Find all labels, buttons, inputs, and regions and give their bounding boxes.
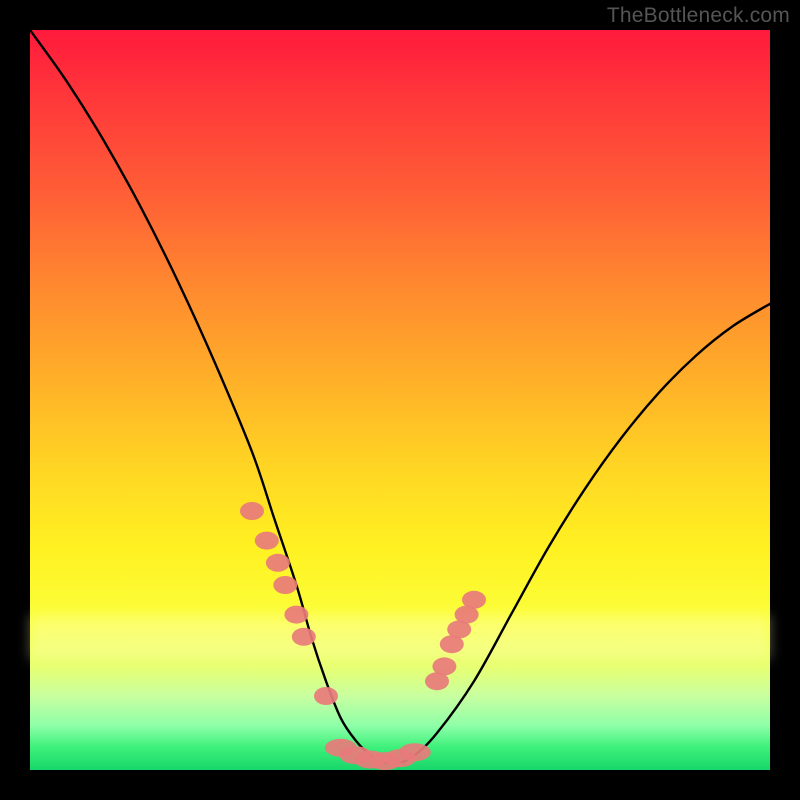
data-marker — [240, 502, 264, 520]
data-marker — [255, 532, 279, 550]
plot-area — [30, 30, 770, 770]
bottleneck-curve — [30, 30, 770, 764]
data-marker — [432, 657, 456, 675]
curve-svg — [30, 30, 770, 770]
data-marker — [292, 628, 316, 646]
chart-frame: TheBottleneck.com — [0, 0, 800, 800]
data-marker — [462, 591, 486, 609]
data-marker — [314, 687, 338, 705]
data-marker — [273, 576, 297, 594]
data-marker — [399, 743, 431, 761]
data-marker — [266, 554, 290, 572]
marker-cluster-bottom — [325, 739, 431, 770]
data-marker — [284, 606, 308, 624]
watermark-text: TheBottleneck.com — [607, 4, 790, 28]
